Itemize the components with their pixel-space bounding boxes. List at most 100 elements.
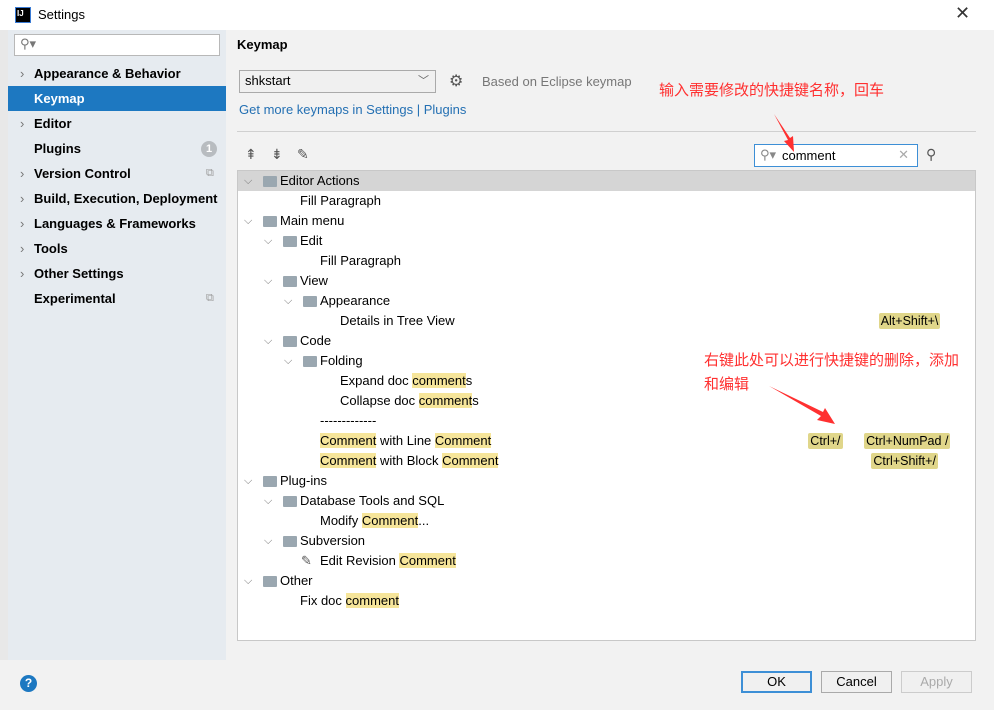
shortcut-badge[interactable]: Alt+Shift+\ <box>878 313 941 329</box>
chevron-down-icon[interactable]: ⌵ <box>264 231 272 251</box>
tree-row[interactable]: ⌵ Edit <box>238 231 975 251</box>
chevron-down-icon[interactable]: ⌵ <box>284 291 292 311</box>
tree-row[interactable]: ⌵ Appearance <box>238 291 975 311</box>
chevron-down-icon[interactable]: ⌵ <box>264 531 272 551</box>
text-segment: Main menu <box>280 213 345 228</box>
chevron-down-icon[interactable]: ⌵ <box>264 271 272 291</box>
tree-row[interactable]: Comment with Line Comment Ctrl+NumPad / Ct… <box>238 431 975 451</box>
sidebar-item-languages-frameworks[interactable]: › Languages & Frameworks <box>8 211 226 236</box>
gear-icon[interactable]: ⚙ <box>449 71 463 91</box>
text-segment: s <box>472 393 479 408</box>
clear-icon[interactable]: ✕ <box>898 147 909 163</box>
chevron-right-icon: › <box>20 216 25 231</box>
action-name: Database Tools and SQL <box>300 491 444 511</box>
tree-row[interactable]: ⌵ Subversion <box>238 531 975 551</box>
chevron-right-icon: › <box>20 66 25 81</box>
match-highlight: Comment <box>361 513 419 528</box>
collapse-all-icon[interactable]: ⇟ <box>271 146 283 163</box>
match-highlight: Comment <box>320 453 377 468</box>
shortcut-badge[interactable]: Ctrl+/ <box>808 433 843 449</box>
tree-row[interactable]: Fill Paragraph <box>238 251 975 271</box>
text-segment: Appearance <box>320 293 391 308</box>
tree-row[interactable]: ⌵ Plug-ins <box>238 471 975 491</box>
shortcut-badge[interactable]: Ctrl+Shift+/ <box>871 453 938 469</box>
window-title: Settings <box>38 7 85 22</box>
cancel-button[interactable]: Cancel <box>821 671 892 693</box>
tree-row[interactable]: ✎ Edit Revision Comment <box>238 551 975 571</box>
tree-row[interactable]: ⌵ Main menu <box>238 211 975 231</box>
text-segment: Subversion <box>300 533 366 548</box>
action-name: Edit Revision Comment <box>320 551 456 571</box>
text-segment: Edit Revision <box>320 553 400 568</box>
match-highlight: comment <box>418 393 473 408</box>
chevron-down-icon[interactable]: ⌵ <box>264 491 272 511</box>
ok-button[interactable]: OK <box>741 671 812 693</box>
text-segment: Fix doc <box>300 593 346 608</box>
project-scope-icon: ⧉ <box>206 167 214 179</box>
sidebar-item-version-control[interactable]: › Version Control ⧉ <box>8 161 226 186</box>
sidebar-item-keymap[interactable]: Keymap <box>8 86 226 111</box>
action-name: View <box>300 271 328 291</box>
text-segment: ... <box>418 513 430 528</box>
action-name: Modify Comment... <box>320 511 429 531</box>
tree-row[interactable]: Fix doc comment <box>238 591 975 611</box>
tree-row[interactable]: Expand doc comments <box>238 371 975 391</box>
close-icon[interactable]: ✕ <box>955 3 970 24</box>
tree-row[interactable]: ⌵ Other <box>238 571 975 591</box>
shortcut-badge[interactable]: Ctrl+NumPad / <box>864 433 951 449</box>
tree-row[interactable]: ⌵ Code <box>238 331 975 351</box>
sidebar-item-label: Experimental <box>34 291 116 306</box>
folder-actions-icon <box>263 176 277 187</box>
chevron-down-icon[interactable]: ⌵ <box>244 211 252 231</box>
sidebar-item-appearance-behavior[interactable]: › Appearance & Behavior <box>8 61 226 86</box>
folder-icon <box>263 476 277 487</box>
text-segment: with Block <box>376 453 443 468</box>
text-segment: View <box>300 273 328 288</box>
more-keymaps-link[interactable]: Get more keymaps in Settings | Plugins <box>239 102 466 117</box>
action-name: Expand doc comments <box>340 371 472 391</box>
chevron-down-icon[interactable]: ⌵ <box>244 471 252 491</box>
chevron-down-icon[interactable]: ⌵ <box>244 171 252 191</box>
sidebar-item-label: Keymap <box>34 91 85 106</box>
edit-pencil-icon[interactable]: ✎ <box>297 146 309 163</box>
tree-row[interactable]: ⌵ View <box>238 271 975 291</box>
tree-row[interactable]: ⌵ Database Tools and SQL <box>238 491 975 511</box>
keymap-select-value: shkstart <box>245 73 291 88</box>
match-highlight: Comment <box>320 433 377 448</box>
sidebar-item-tools[interactable]: › Tools <box>8 236 226 261</box>
sidebar-item-editor[interactable]: › Editor <box>8 111 226 136</box>
tree-row[interactable]: Modify Comment... <box>238 511 975 531</box>
tree-row[interactable]: ⌵ Editor Actions <box>238 171 975 191</box>
text-segment: Fill Paragraph <box>320 253 401 268</box>
keymap-select[interactable]: shkstart ﹀ <box>239 70 436 93</box>
apply-button[interactable]: Apply <box>901 671 972 693</box>
match-highlight: Comment <box>442 453 499 468</box>
match-highlight: Comment <box>399 553 456 568</box>
help-icon[interactable]: ? <box>20 675 37 692</box>
sidebar-item-other-settings[interactable]: › Other Settings <box>8 261 226 286</box>
tree-row[interactable]: Comment with Block Comment Ctrl+Shift+/ <box>238 451 975 471</box>
sidebar-item-build-execution-deployment[interactable]: › Build, Execution, Deployment <box>8 186 226 211</box>
expand-all-icon[interactable]: ⇞ <box>245 146 257 163</box>
sidebar-item-plugins[interactable]: Plugins 1 <box>8 136 226 161</box>
action-name: Other <box>280 571 313 591</box>
find-by-shortcut-icon[interactable]: ⚲ <box>926 146 936 163</box>
chevron-down-icon[interactable]: ⌵ <box>264 331 272 351</box>
tree-row[interactable]: Fill Paragraph <box>238 191 975 211</box>
chevron-right-icon: › <box>20 116 25 131</box>
action-name: Folding <box>320 351 363 371</box>
text-segment: Fill Paragraph <box>300 193 381 208</box>
action-name: Subversion <box>300 531 365 551</box>
settings-search-input[interactable]: ⚲▾ <box>14 34 220 56</box>
background-window <box>0 30 8 710</box>
tree-row[interactable]: Collapse doc comments <box>238 391 975 411</box>
chevron-down-icon[interactable]: ⌵ <box>244 571 252 591</box>
chevron-down-icon[interactable]: ⌵ <box>284 351 292 371</box>
sidebar-item-experimental[interactable]: Experimental ⧉ <box>8 286 226 311</box>
text-segment: Database Tools and SQL <box>300 493 445 508</box>
sidebar-item-label: Plugins <box>34 141 81 156</box>
text-segment: Modify <box>320 513 362 528</box>
action-name: Main menu <box>280 211 344 231</box>
tree-row[interactable]: Details in Tree View Alt+Shift+\ <box>238 311 975 331</box>
tree-row[interactable]: ------------- <box>238 411 975 431</box>
